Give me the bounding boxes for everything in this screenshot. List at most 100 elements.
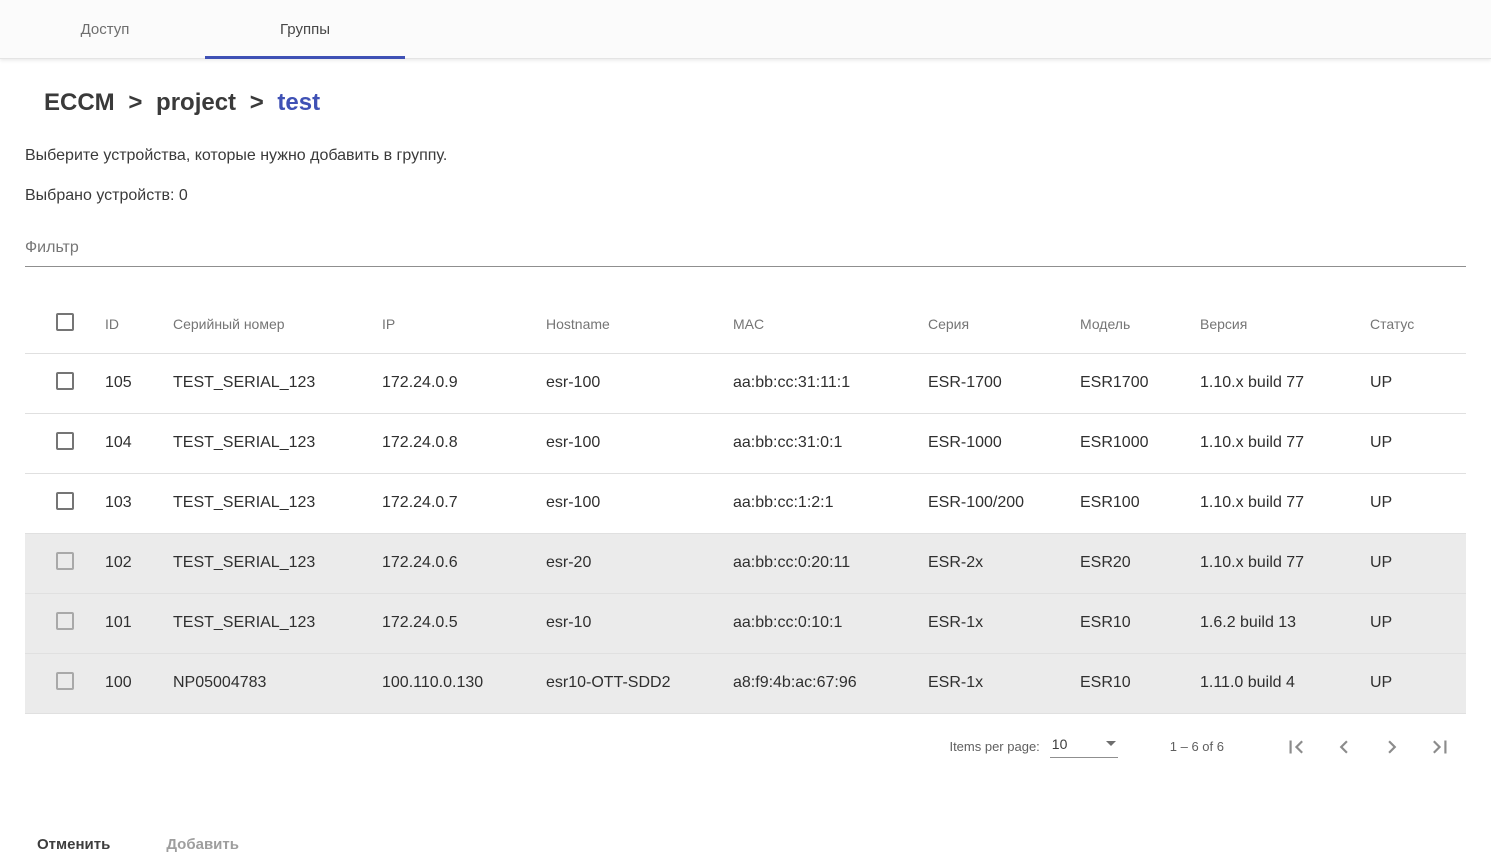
cell-mac: aa:bb:cc:1:2:1: [733, 473, 928, 533]
table-row: 100 NP05004783 100.110.0.130 esr10-OTT-S…: [25, 653, 1466, 713]
cell-version: 1.11.0 build 4: [1200, 653, 1370, 713]
row-checkbox: [56, 552, 74, 570]
filter-field-wrap: [25, 239, 1466, 267]
table-row: 102 TEST_SERIAL_123 172.24.0.6 esr-20 aa…: [25, 533, 1466, 593]
row-checkbox: [56, 672, 74, 690]
cell-serial: TEST_SERIAL_123: [173, 473, 382, 533]
cell-ip: 100.110.0.130: [382, 653, 546, 713]
cell-model: ESR1700: [1080, 353, 1200, 413]
cell-hostname: esr-20: [546, 533, 733, 593]
breadcrumb-current: test: [277, 89, 320, 116]
cell-status: UP: [1370, 533, 1466, 593]
table-row[interactable]: 104 TEST_SERIAL_123 172.24.0.8 esr-100 a…: [25, 413, 1466, 473]
page-range-label: 1 – 6 of 6: [1170, 739, 1224, 754]
cell-ip: 172.24.0.8: [382, 413, 546, 473]
cell-hostname: esr-100: [546, 413, 733, 473]
cell-mac: aa:bb:cc:0:20:11: [733, 533, 928, 593]
column-header-hostname: Hostname: [546, 295, 733, 353]
selected-count-text: Выбрано устройств: 0: [25, 187, 1466, 205]
chevron-right-icon: [1379, 734, 1405, 760]
items-per-page-select[interactable]: 10: [1050, 736, 1118, 758]
cell-mac: aa:bb:cc:0:10:1: [733, 593, 928, 653]
cell-status: UP: [1370, 413, 1466, 473]
main-content: ECCM > project > test Выберите устройств…: [0, 59, 1491, 859]
cell-status: UP: [1370, 353, 1466, 413]
last-page-button[interactable]: [1416, 723, 1464, 771]
cell-model: ESR10: [1080, 593, 1200, 653]
cell-version: 1.10.x build 77: [1200, 533, 1370, 593]
page: Доступ Группы ECCM > project > test Выбе…: [0, 0, 1491, 859]
breadcrumb-item-eccm[interactable]: ECCM: [44, 89, 115, 116]
last-page-icon: [1427, 734, 1453, 760]
cell-version: 1.10.x build 77: [1200, 413, 1370, 473]
cell-ip: 172.24.0.5: [382, 593, 546, 653]
table-row[interactable]: 105 TEST_SERIAL_123 172.24.0.9 esr-100 a…: [25, 353, 1466, 413]
footer-actions: Отменить Добавить: [35, 828, 241, 859]
add-button: Добавить: [164, 828, 241, 859]
cell-hostname: esr10-OTT-SDD2: [546, 653, 733, 713]
row-checkbox[interactable]: [56, 492, 74, 510]
cell-ip: 172.24.0.6: [382, 533, 546, 593]
tab-groups[interactable]: Группы: [205, 0, 405, 58]
items-per-page-label: Items per page:: [949, 739, 1039, 754]
cell-model: ESR10: [1080, 653, 1200, 713]
cell-id: 104: [105, 413, 173, 473]
column-header-status: Статус: [1370, 295, 1466, 353]
cell-series: ESR-1700: [928, 353, 1080, 413]
column-header-model: Модель: [1080, 295, 1200, 353]
cell-id: 103: [105, 473, 173, 533]
chevron-left-icon: [1331, 734, 1357, 760]
cell-ip: 172.24.0.7: [382, 473, 546, 533]
row-checkbox[interactable]: [56, 372, 74, 390]
breadcrumb-separator: >: [128, 89, 142, 116]
cell-model: ESR100: [1080, 473, 1200, 533]
filter-input[interactable]: [25, 239, 1466, 267]
breadcrumb: ECCM > project > test: [25, 59, 1466, 117]
instruction-text: Выберите устройства, которые нужно добав…: [25, 147, 1466, 165]
cell-hostname: esr-10: [546, 593, 733, 653]
cell-hostname: esr-100: [546, 473, 733, 533]
cell-status: UP: [1370, 473, 1466, 533]
column-header-id: ID: [105, 295, 173, 353]
cell-mac: aa:bb:cc:31:11:1: [733, 353, 928, 413]
cell-id: 105: [105, 353, 173, 413]
cell-serial: TEST_SERIAL_123: [173, 533, 382, 593]
cell-mac: aa:bb:cc:31:0:1: [733, 413, 928, 473]
table-header-row: ID Серийный номер IP Hostname MAC Серия …: [25, 295, 1466, 353]
cell-mac: a8:f9:4b:ac:67:96: [733, 653, 928, 713]
cell-id: 100: [105, 653, 173, 713]
table-row[interactable]: 103 TEST_SERIAL_123 172.24.0.7 esr-100 a…: [25, 473, 1466, 533]
row-checkbox[interactable]: [56, 432, 74, 450]
first-page-button[interactable]: [1272, 723, 1320, 771]
select-all-checkbox[interactable]: [56, 313, 74, 331]
column-header-mac: MAC: [733, 295, 928, 353]
cell-version: 1.10.x build 77: [1200, 473, 1370, 533]
cell-series: ESR-1x: [928, 593, 1080, 653]
tab-access[interactable]: Доступ: [5, 0, 205, 58]
column-header-serial: Серийный номер: [173, 295, 382, 353]
breadcrumb-separator: >: [250, 89, 264, 116]
device-table-body: 105 TEST_SERIAL_123 172.24.0.9 esr-100 a…: [25, 353, 1466, 713]
cell-id: 102: [105, 533, 173, 593]
cell-serial: TEST_SERIAL_123: [173, 593, 382, 653]
cell-version: 1.10.x build 77: [1200, 353, 1370, 413]
breadcrumb-item-project[interactable]: project: [156, 89, 236, 116]
device-table: ID Серийный номер IP Hostname MAC Серия …: [25, 295, 1466, 714]
cell-ip: 172.24.0.9: [382, 353, 546, 413]
next-page-button[interactable]: [1368, 723, 1416, 771]
items-per-page-value: 10: [1052, 736, 1068, 752]
cell-id: 101: [105, 593, 173, 653]
column-header-version: Версия: [1200, 295, 1370, 353]
tab-bar: Доступ Группы: [0, 0, 1491, 59]
cancel-button[interactable]: Отменить: [35, 828, 112, 859]
row-checkbox: [56, 612, 74, 630]
cell-serial: NP05004783: [173, 653, 382, 713]
cell-series: ESR-1x: [928, 653, 1080, 713]
cell-status: UP: [1370, 653, 1466, 713]
cell-serial: TEST_SERIAL_123: [173, 413, 382, 473]
cell-series: ESR-2x: [928, 533, 1080, 593]
paginator: Items per page: 10 1 – 6 of 6: [25, 714, 1466, 780]
cell-serial: TEST_SERIAL_123: [173, 353, 382, 413]
first-page-icon: [1283, 734, 1309, 760]
previous-page-button[interactable]: [1320, 723, 1368, 771]
